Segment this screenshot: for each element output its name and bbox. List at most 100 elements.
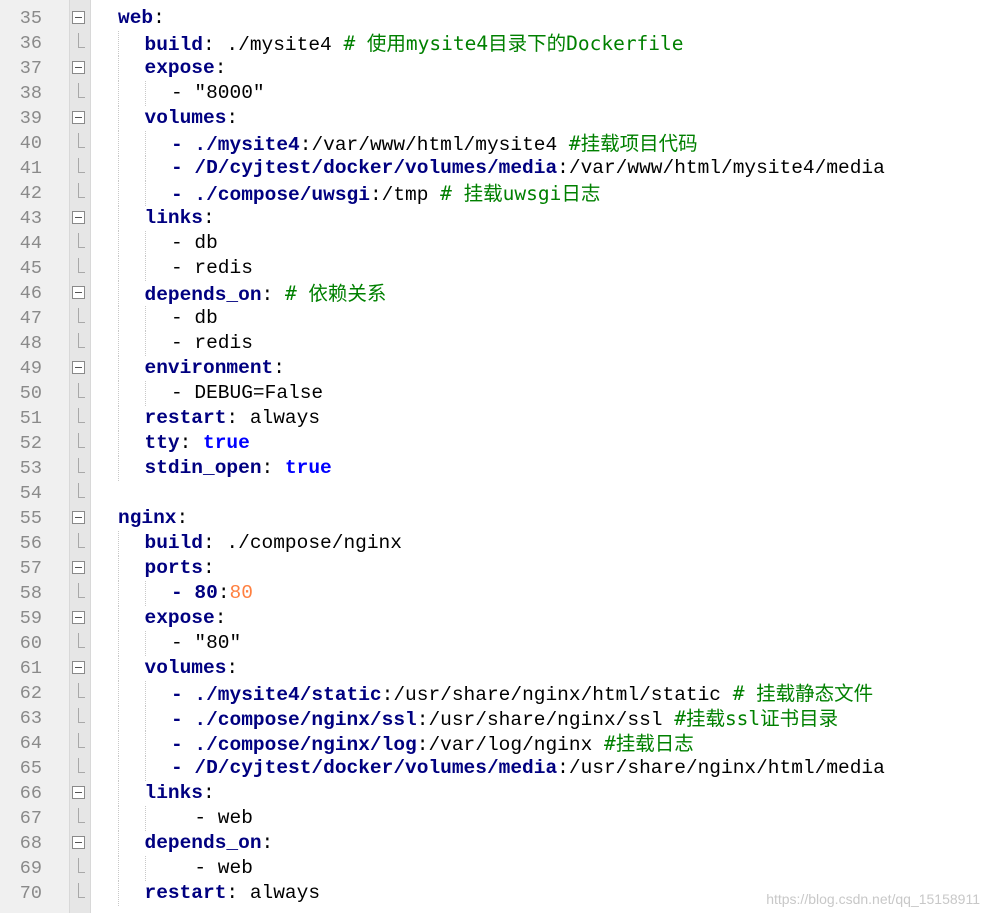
line-number: 48	[19, 333, 42, 354]
token-plain: - redis	[171, 257, 253, 279]
fold-toggle-icon[interactable]	[72, 111, 85, 124]
code-line[interactable]: 65 - /D/cyjtest/docker/volumes/media:/usr…	[0, 756, 988, 781]
code-line[interactable]: 51 restart: always	[0, 406, 988, 431]
indent-guide	[118, 556, 145, 581]
indent-guide	[118, 606, 145, 631]
token-plain: /tmp	[381, 184, 441, 206]
code-text: stdin_open: true	[118, 456, 332, 481]
token-key: expose	[144, 57, 215, 79]
line-number: 53	[19, 458, 42, 479]
code-line[interactable]: 59 expose:	[0, 606, 988, 631]
token-key: build	[144, 532, 204, 554]
token-plain: /usr/share/nginx/html/static	[393, 684, 733, 706]
code-line[interactable]: 62 - ./mysite4/static:/usr/share/nginx/ht…	[0, 681, 988, 706]
fold-line-icon	[78, 883, 85, 898]
indent-guide	[118, 156, 145, 181]
code-line[interactable]: 56 build: ./compose/nginx	[0, 531, 988, 556]
code-line[interactable]: 61 volumes:	[0, 656, 988, 681]
token-plain: /var/log/nginx	[428, 734, 604, 756]
token-sep: :	[369, 184, 382, 206]
code-line[interactable]: 69 - web	[0, 856, 988, 881]
token-sep: :	[416, 709, 429, 731]
code-line[interactable]: 54	[0, 481, 988, 506]
indent-guide	[144, 681, 172, 706]
fold-toggle-icon[interactable]	[72, 561, 85, 574]
code-line[interactable]: 57 ports:	[0, 556, 988, 581]
code-line[interactable]: 35 web:	[0, 6, 988, 31]
code-line[interactable]: 46 depends_on: # 依赖关系	[0, 281, 988, 306]
code-text: web:	[118, 6, 165, 31]
code-line[interactable]: 44 - db	[0, 231, 988, 256]
indent-guide	[118, 281, 145, 306]
fold-toggle-icon[interactable]	[72, 836, 85, 849]
fold-toggle-icon[interactable]	[72, 786, 85, 799]
code-line[interactable]: 58 - 80:80	[0, 581, 988, 606]
token-key: depends_on	[144, 284, 262, 306]
indent-guide	[118, 31, 145, 56]
code-text: - ./compose/uwsgi:/tmp # 挂载uwsgi日志	[118, 181, 600, 208]
fold-toggle-icon[interactable]	[72, 511, 85, 524]
code-line[interactable]: 67 - web	[0, 806, 988, 831]
code-line[interactable]: 49 environment:	[0, 356, 988, 381]
fold-toggle-icon[interactable]	[72, 661, 85, 674]
code-line[interactable]: 38 - "8000"	[0, 81, 988, 106]
code-line[interactable]: 36 build: ./mysite4 # 使用mysite4目录下的Docker…	[0, 31, 988, 56]
line-number: 63	[19, 708, 42, 729]
code-line[interactable]: 47 - db	[0, 306, 988, 331]
line-number: 69	[19, 858, 42, 879]
token-cmt: # 使用mysite4目录下的Dockerfile	[343, 32, 684, 55]
fold-toggle-icon[interactable]	[72, 361, 85, 374]
indent-guide	[118, 56, 145, 81]
code-line[interactable]: 66 links:	[0, 781, 988, 806]
code-line[interactable]: 60 - "80"	[0, 631, 988, 656]
code-text: environment:	[118, 356, 285, 381]
fold-line-icon	[78, 758, 85, 773]
code-line[interactable]: 53 stdin_open: true	[0, 456, 988, 481]
fold-line-icon	[78, 233, 85, 248]
code-line[interactable]: 64 - ./compose/nginx/log:/var/log/nginx #…	[0, 731, 988, 756]
code-line[interactable]: 42 - ./compose/uwsgi:/tmp # 挂载uwsgi日志	[0, 181, 988, 206]
code-line[interactable]: 63 - ./compose/nginx/ssl:/usr/share/nginx…	[0, 706, 988, 731]
token-key: - ./compose/uwsgi	[171, 184, 370, 206]
code-line[interactable]: 43 links:	[0, 206, 988, 231]
code-line[interactable]: 37 expose:	[0, 56, 988, 81]
token-plain: - web	[171, 807, 253, 829]
token-key: - ./compose/nginx/log	[171, 734, 417, 756]
fold-toggle-icon[interactable]	[72, 286, 85, 299]
token-sep: :	[226, 407, 239, 429]
token-sep: :	[214, 57, 227, 79]
line-number: 38	[19, 83, 42, 104]
code-line[interactable]: 45 - redis	[0, 256, 988, 281]
fold-line-icon	[78, 483, 85, 498]
code-line[interactable]: 55 nginx:	[0, 506, 988, 531]
token-sep: :	[557, 757, 569, 779]
fold-toggle-icon[interactable]	[72, 211, 85, 224]
line-number: 45	[19, 258, 42, 279]
token-key: volumes	[144, 657, 227, 679]
code-line[interactable]: 52 tty: true	[0, 431, 988, 456]
code-editor[interactable]: 35 web: 36 build: ./mysite4 # 使用mysite4目录下的…	[0, 0, 988, 913]
fold-line-icon	[78, 83, 85, 98]
code-line[interactable]: 68 depends_on:	[0, 831, 988, 856]
line-number: 61	[19, 658, 42, 679]
code-text: links:	[118, 781, 215, 806]
line-number: 67	[19, 808, 42, 829]
line-number: 47	[19, 308, 42, 329]
token-sep: :	[203, 532, 215, 554]
indent-guide	[118, 706, 145, 731]
fold-toggle-icon[interactable]	[72, 11, 85, 24]
code-line[interactable]: 40 - ./mysite4:/var/www/html/mysite4 #挂载项…	[0, 131, 988, 156]
code-line[interactable]: 48 - redis	[0, 331, 988, 356]
indent-guide	[118, 331, 145, 356]
fold-toggle-icon[interactable]	[72, 611, 85, 624]
fold-toggle-icon[interactable]	[72, 61, 85, 74]
code-line[interactable]: 50 - DEBUG=False	[0, 381, 988, 406]
token-cmt: # 挂载静态文件	[732, 682, 874, 705]
code-line[interactable]: 39 volumes:	[0, 106, 988, 131]
code-line[interactable]: 41 - /D/cyjtest/docker/volumes/media:/var…	[0, 156, 988, 181]
indent-guide	[144, 756, 172, 781]
token-key: restart	[144, 407, 227, 429]
token-key: build	[144, 34, 204, 56]
token-plain: - DEBUG=False	[171, 382, 324, 404]
token-sep: :	[217, 582, 230, 604]
